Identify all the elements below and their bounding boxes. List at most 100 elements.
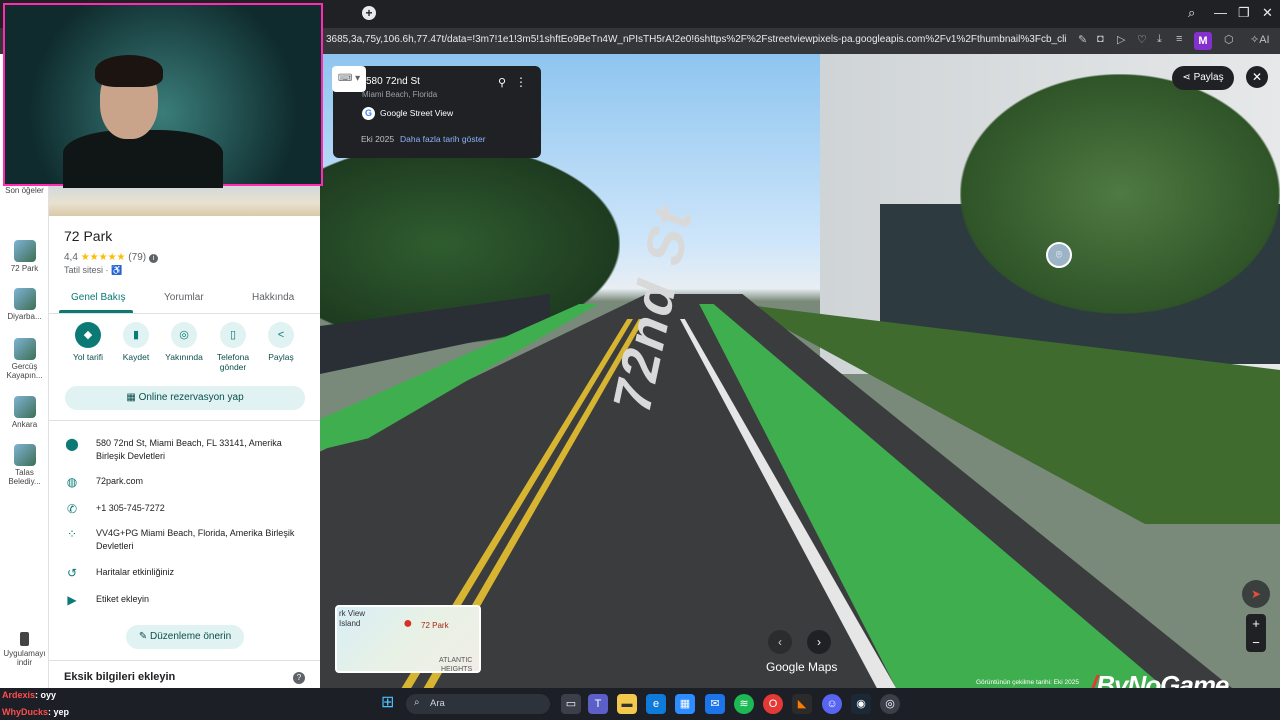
phone-icon bbox=[20, 632, 29, 646]
phone-call-icon: ✆ bbox=[66, 502, 78, 516]
download-icon[interactable]: ⤓ bbox=[1157, 33, 1162, 46]
place-thumbnail bbox=[13, 444, 36, 466]
capture-date: Eki 2025 bbox=[361, 134, 395, 144]
place-thumbnail bbox=[13, 240, 36, 262]
divider bbox=[49, 660, 320, 661]
zoom-control[interactable]: + − bbox=[1246, 614, 1266, 652]
capture-date-note: Görüntünün çekilme tarihi: Eki 2025 bbox=[976, 679, 1079, 686]
phone-icon: ▯ bbox=[220, 322, 246, 348]
rail-item-gercus[interactable]: Gercüş Kayapın... bbox=[0, 338, 49, 380]
rail-item-72-park[interactable]: 72 Park bbox=[0, 240, 49, 273]
mini-map[interactable]: rk View Island ● 72 Park ATLANTIC HEIGHT… bbox=[335, 605, 481, 673]
map-label: HEIGHTS bbox=[441, 666, 473, 673]
tab-overview[interactable]: Genel Bakış bbox=[71, 292, 125, 303]
place-thumbnail bbox=[13, 396, 36, 418]
menu-icon[interactable]: ≡ bbox=[1176, 33, 1182, 45]
zoom-out-button[interactable]: − bbox=[1246, 633, 1266, 652]
restore-icon[interactable]: ❐ bbox=[1238, 5, 1250, 21]
tab-about[interactable]: Hakkında bbox=[252, 292, 294, 303]
map-label: Island bbox=[339, 619, 361, 628]
url-field[interactable]: 3685,3a,75y,106.6h,77.47t/data=!3m7!1e1!… bbox=[326, 34, 1066, 45]
share-street-view-button[interactable]: ⋖ Paylaş bbox=[1172, 66, 1234, 90]
extension-icon[interactable]: ⬡ bbox=[1224, 33, 1234, 46]
windows-start-icon[interactable]: ⊞ bbox=[381, 695, 397, 711]
close-icon[interactable]: ✕ bbox=[1246, 66, 1268, 88]
globe-icon: ◍ bbox=[66, 475, 78, 489]
google-maps-logo: Google Maps bbox=[766, 660, 838, 674]
opera-icon[interactable]: O bbox=[763, 694, 783, 714]
share-icon: < bbox=[268, 322, 294, 348]
rail-item-recent[interactable]: Son öğeler bbox=[0, 186, 49, 195]
close-window-icon[interactable]: ✕ bbox=[1262, 5, 1273, 21]
place-hero-photo[interactable] bbox=[49, 184, 320, 216]
rail-item-talas[interactable]: Talas Belediy... bbox=[0, 444, 49, 486]
divider bbox=[49, 420, 320, 421]
compass-icon[interactable]: ➤ bbox=[1242, 580, 1270, 608]
mail-icon[interactable]: ✉ bbox=[705, 694, 725, 714]
review-count[interactable]: (79) bbox=[128, 252, 146, 263]
nearby-icon: ◎ bbox=[171, 322, 197, 348]
minimize-icon[interactable]: — bbox=[1214, 5, 1227, 20]
next-image-button[interactable]: › bbox=[807, 630, 831, 654]
camera-icon[interactable]: ◘ bbox=[1097, 33, 1104, 45]
app-icon[interactable]: ◣ bbox=[792, 694, 812, 714]
heart-icon[interactable]: ♡ bbox=[1137, 33, 1147, 46]
profile-avatar[interactable]: M bbox=[1194, 32, 1212, 50]
spotify-icon[interactable]: ≋ bbox=[734, 694, 754, 714]
save-button[interactable]: ▮ Kaydet bbox=[110, 322, 162, 362]
screen: + ⌕ — ❐ ✕ 3685,3a,75y,106.6h,77.47t/data… bbox=[0, 0, 1280, 720]
tree-right bbox=[960, 74, 1280, 314]
info-icon[interactable]: i bbox=[148, 254, 158, 263]
webcam-person-body bbox=[63, 130, 223, 188]
directions-button[interactable]: ◆ Yol tarifi bbox=[62, 322, 114, 362]
plus-icon[interactable]: + bbox=[362, 6, 376, 20]
bookmark-icon: ▮ bbox=[123, 322, 149, 348]
rating-value: 4,4 bbox=[64, 252, 78, 263]
history-icon: ↺ bbox=[66, 566, 78, 580]
keyboard-icon[interactable]: ⌨ ▾ bbox=[332, 66, 366, 92]
zoom-in-button[interactable]: + bbox=[1246, 614, 1266, 633]
missing-info-heading: Eksik bilgileri ekleyin bbox=[64, 671, 176, 683]
rail-item-ankara[interactable]: Ankara bbox=[0, 396, 49, 429]
rail-item-download-app[interactable]: Uygulamayı indir bbox=[0, 632, 49, 667]
map-label: rk View bbox=[339, 609, 366, 618]
plus-code-icon: ⁘ bbox=[66, 527, 78, 541]
edge-icon[interactable]: e bbox=[646, 694, 666, 714]
help-icon[interactable]: ? bbox=[293, 672, 305, 684]
nearby-button[interactable]: ◎ Yakınında bbox=[158, 322, 210, 362]
place-marker-icon[interactable]: ⌾ bbox=[1046, 242, 1072, 268]
rail-item-diyarbakir[interactable]: Diyarba... bbox=[0, 288, 49, 321]
more-options-icon[interactable]: ⋮ bbox=[515, 75, 527, 89]
search-tabs-icon[interactable]: ⌕ bbox=[1188, 5, 1195, 21]
tab-reviews[interactable]: Yorumlar bbox=[164, 292, 204, 303]
reserve-online-button[interactable]: ▦ Online rezervasyon yap bbox=[65, 386, 305, 410]
pencil-icon: ✎ bbox=[138, 631, 150, 642]
directions-icon: ◆ bbox=[75, 322, 101, 348]
chat-message: WhyDucks: yep bbox=[2, 707, 70, 717]
share-button[interactable]: < Paylaş bbox=[255, 322, 307, 362]
google-icon: G bbox=[362, 107, 375, 120]
discord-icon[interactable]: ☺ bbox=[822, 694, 842, 714]
obs-icon[interactable]: ◎ bbox=[880, 694, 900, 714]
suggest-edit-button[interactable]: ✎ Düzenleme önerin bbox=[126, 625, 244, 649]
location-pin-icon[interactable]: ⚲ bbox=[498, 76, 506, 89]
task-view-icon[interactable]: ▭ bbox=[561, 694, 581, 714]
taskbar-search[interactable]: Ara bbox=[406, 694, 550, 714]
play-icon[interactable]: ▷ bbox=[1117, 33, 1125, 46]
webcam-person-hair bbox=[95, 55, 163, 87]
street-view-provider: G Google Street View bbox=[362, 107, 453, 120]
edit-icon[interactable]: ✎ bbox=[1078, 33, 1087, 46]
send-to-phone-button[interactable]: ▯ Telefona gönder bbox=[207, 322, 259, 372]
label-icon: ▶ bbox=[67, 593, 77, 607]
location-pin-icon: ⬤ bbox=[65, 437, 79, 451]
folder-icon[interactable]: ▬ bbox=[617, 694, 637, 714]
store-icon[interactable]: ▦ bbox=[675, 694, 695, 714]
place-title: 72 Park bbox=[64, 228, 113, 244]
ai-button[interactable]: ✧AI bbox=[1250, 33, 1270, 46]
more-dates-link[interactable]: Daha fazla tarih göster bbox=[400, 134, 486, 144]
place-category[interactable]: Tatil sitesi · ♿ bbox=[64, 265, 122, 276]
teams-icon[interactable]: T bbox=[588, 694, 608, 714]
steam-icon[interactable]: ◉ bbox=[851, 694, 871, 714]
place-tabs: Genel Bakış Yorumlar Hakkında bbox=[49, 286, 320, 314]
prev-image-button[interactable]: ‹ bbox=[768, 630, 792, 654]
